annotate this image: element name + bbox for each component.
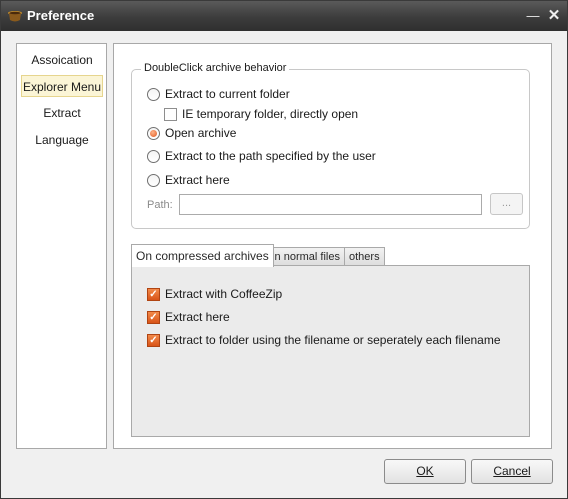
radio-label: Extract to the path specified by the use… — [165, 149, 376, 163]
radio-extract-current-folder[interactable]: Extract to current folder — [147, 87, 290, 101]
browse-button[interactable]: ... — [490, 193, 523, 215]
checkbox-label: Extract with CoffeeZip — [165, 287, 283, 301]
radio-button[interactable] — [147, 87, 160, 101]
checkbox-label: Extract to folder using the filename or … — [165, 333, 501, 347]
sidebar: Assoication Explorer Menu Extract Langua… — [16, 43, 107, 449]
cancel-button[interactable]: Cancel — [471, 459, 553, 484]
checkbox-extract-with-coffeezip[interactable]: ✓ Extract with CoffeeZip — [147, 287, 282, 301]
ok-button[interactable]: OK — [384, 459, 466, 484]
checkbox-extract-here[interactable]: ✓ Extract here — [147, 310, 230, 324]
close-icon[interactable]: ✕ — [546, 8, 562, 24]
path-label: Path: — [147, 199, 173, 211]
settings-panel: DoubleClick archive behavior Extract to … — [113, 43, 552, 449]
preference-window: Preference — ✕ Assoication Explorer Menu… — [0, 0, 568, 499]
tab-on-compressed-archives[interactable]: On compressed archives — [131, 244, 274, 267]
checkmark-icon[interactable]: ✓ — [147, 287, 160, 301]
coffee-cup-icon — [8, 11, 22, 22]
radio-extract-user-path[interactable]: Extract to the path specified by the use… — [147, 149, 376, 163]
tab-others[interactable]: others — [344, 247, 385, 266]
sidebar-item-assoication[interactable]: Assoication — [21, 49, 103, 71]
checkbox-label: Extract here — [165, 310, 230, 324]
sidebar-item-extract[interactable]: Extract — [21, 102, 103, 124]
radio-label: Open archive — [165, 126, 237, 140]
sidebar-item-language[interactable]: Language — [21, 129, 103, 151]
radio-button[interactable] — [147, 149, 160, 163]
radio-extract-here[interactable]: Extract here — [147, 173, 230, 187]
window-title: Preference — [27, 8, 95, 23]
path-input[interactable] — [179, 194, 482, 215]
radio-label: Extract to current folder — [165, 87, 290, 101]
checkmark-icon[interactable]: ✓ — [147, 310, 160, 324]
checkmark-icon[interactable]: ✓ — [147, 333, 160, 347]
minimize-button[interactable]: — — [525, 8, 541, 24]
radio-label: Extract here — [165, 173, 230, 187]
checkbox-label: IE temporary folder, directly open — [182, 107, 359, 121]
checkbox-extract-to-folder[interactable]: ✓ Extract to folder using the filename o… — [147, 333, 501, 347]
group-legend: DoubleClick archive behavior — [141, 62, 290, 74]
radio-button[interactable] — [147, 126, 160, 140]
title-bar: Preference — ✕ — [1, 1, 567, 31]
checkbox[interactable] — [164, 107, 177, 121]
tab-content: ✓ Extract with CoffeeZip ✓ Extract here … — [131, 265, 530, 437]
doubleclick-group: DoubleClick archive behavior Extract to … — [131, 62, 530, 229]
checkbox-ie-temporary-folder[interactable]: IE temporary folder, directly open — [164, 107, 358, 121]
radio-button[interactable] — [147, 173, 160, 187]
radio-open-archive[interactable]: Open archive — [147, 126, 236, 140]
sidebar-item-explorer-menu[interactable]: Explorer Menu — [21, 75, 103, 97]
